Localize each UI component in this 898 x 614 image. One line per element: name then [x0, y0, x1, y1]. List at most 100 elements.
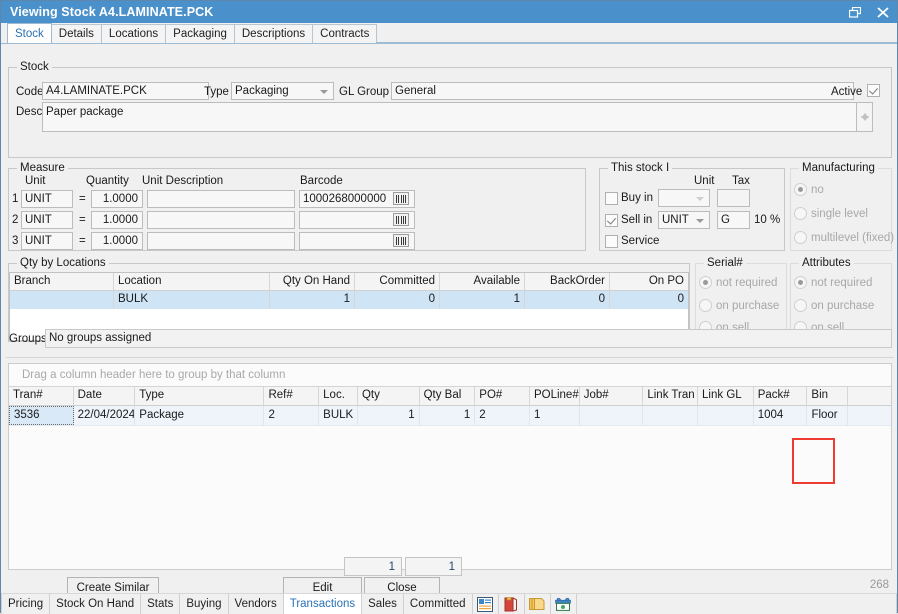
measure-quantity-field[interactable]: 1.0000 — [91, 232, 143, 250]
bottom-tab-transactions[interactable]: Transactions — [284, 594, 362, 614]
measure-unit-description-field[interactable] — [147, 190, 295, 208]
measure-unit-field[interactable]: UNIT — [21, 211, 73, 229]
bottom-tab-sales[interactable]: Sales — [362, 594, 404, 614]
col-branch[interactable]: Branch — [10, 273, 114, 290]
footer-total-qty-bal: 1 — [405, 557, 462, 576]
col-qty-on-hand[interactable]: Qty On Hand — [270, 273, 355, 290]
serial-radio-on-purchase[interactable] — [699, 299, 712, 312]
table-row[interactable]: BULK 1 0 1 0 0 — [10, 291, 688, 309]
col-bin[interactable]: Bin — [807, 387, 848, 405]
buy-in-tax-field[interactable] — [717, 189, 750, 207]
tab-details[interactable]: Details — [51, 24, 102, 43]
col-ref[interactable]: Ref# — [264, 387, 319, 405]
col-loc[interactable]: Loc. — [319, 387, 358, 405]
tab-contracts[interactable]: Contracts — [312, 24, 377, 43]
cell-backorder: 0 — [525, 291, 610, 309]
measure-unit-field[interactable]: UNIT — [21, 232, 73, 250]
cell-qty-bal: 1 — [420, 406, 476, 425]
record-count: 268 — [870, 579, 889, 591]
cell-branch — [10, 291, 114, 309]
col-tran[interactable]: Tran# — [9, 387, 74, 405]
bottom-tab-vendors[interactable]: Vendors — [229, 594, 284, 614]
attributes-radio-on-purchase[interactable] — [794, 299, 807, 312]
groups-field[interactable]: No groups assigned — [45, 329, 892, 348]
money-gift-icon[interactable] — [551, 594, 577, 614]
main-tabstrip: Stock Details Locations Packaging Descri… — [1, 23, 897, 44]
bottom-tab-stock-on-hand[interactable]: Stock On Hand — [50, 594, 141, 614]
col-qty[interactable]: Qty — [358, 387, 420, 405]
cell-link-tran — [643, 406, 698, 425]
tab-stock[interactable]: Stock — [7, 23, 52, 43]
col-link-tran[interactable]: Link Tran — [643, 387, 698, 405]
active-checkbox[interactable] — [867, 84, 880, 97]
cell-date: 22/04/2024 — [74, 406, 136, 425]
report-document-icon[interactable] — [473, 594, 499, 614]
measure-quantity-field[interactable]: 1.0000 — [91, 211, 143, 229]
cell-bin: Floor — [807, 406, 848, 425]
col-poline[interactable]: POLine# — [530, 387, 580, 405]
tab-locations[interactable]: Locations — [101, 24, 166, 43]
measure-unit-description-field[interactable] — [147, 211, 295, 229]
col-backorder[interactable]: BackOrder — [525, 273, 610, 290]
bottom-tabbar-filler — [577, 594, 897, 614]
measure-unit-header: Unit — [25, 175, 45, 187]
attributes-radio-not-required[interactable] — [794, 276, 807, 289]
col-link-gl[interactable]: Link GL — [698, 387, 754, 405]
type-label: Type — [204, 86, 229, 98]
col-pack[interactable]: Pack# — [754, 387, 808, 405]
desc-spinner[interactable] — [856, 102, 873, 132]
tab-packaging[interactable]: Packaging — [165, 24, 235, 43]
code-field[interactable]: A4.LAMINATE.PCK — [42, 82, 209, 100]
qty-grid-header: Branch Location Qty On Hand Committed Av… — [10, 273, 688, 291]
manufacturing-radio-single-level[interactable] — [794, 207, 807, 220]
footer-total-qty: 1 — [344, 557, 402, 576]
col-extra[interactable] — [848, 387, 891, 405]
close-icon[interactable] — [869, 1, 897, 23]
barcode-icon[interactable] — [393, 213, 409, 226]
col-date[interactable]: Date — [74, 387, 136, 405]
measure-unit-description-field[interactable] — [147, 232, 295, 250]
col-committed[interactable]: Committed — [355, 273, 440, 290]
buy-in-unit-select[interactable] — [658, 189, 710, 207]
stock-group-legend: Stock — [17, 61, 52, 73]
code-label: Code — [16, 86, 44, 98]
service-checkbox[interactable] — [605, 235, 618, 248]
tab-descriptions[interactable]: Descriptions — [234, 24, 313, 43]
col-available[interactable]: Available — [440, 273, 525, 290]
attributes-option-label: not required — [811, 277, 872, 289]
measure-unit-field[interactable]: UNIT — [21, 190, 73, 208]
col-location[interactable]: Location — [114, 273, 270, 290]
sell-in-label: Sell in — [621, 214, 652, 226]
table-row[interactable]: 3536 22/04/2024 Package 2 BULK 1 1 2 1 1… — [9, 406, 891, 426]
restore-window-icon[interactable] — [841, 1, 869, 23]
sell-in-checkbox[interactable] — [605, 214, 618, 227]
type-select[interactable]: Packaging — [231, 82, 334, 100]
barcode-icon[interactable] — [393, 192, 409, 205]
manufacturing-radio-no[interactable] — [794, 183, 807, 196]
cell-po: 2 — [475, 406, 530, 425]
bottom-tab-committed[interactable]: Committed — [404, 594, 473, 614]
bottom-tab-stats[interactable]: Stats — [141, 594, 180, 614]
buy-in-checkbox[interactable] — [605, 192, 618, 205]
sell-in-tax-field[interactable]: G — [717, 211, 750, 229]
sell-in-unit-select[interactable]: UNIT — [658, 211, 710, 229]
gl-group-field[interactable]: General — [391, 82, 854, 100]
red-clipboard-icon[interactable] — [499, 594, 525, 614]
bottom-tab-pricing[interactable]: Pricing — [1, 594, 50, 614]
col-job[interactable]: Job# — [580, 387, 644, 405]
col-on-po[interactable]: On PO — [610, 273, 688, 290]
manufacturing-option-label: multilevel (fixed) — [811, 232, 894, 244]
serial-radio-not-required[interactable] — [699, 276, 712, 289]
bottom-tab-buying[interactable]: Buying — [180, 594, 228, 614]
col-qty-bal[interactable]: Qty Bal — [420, 387, 476, 405]
transactions-header: Tran# Date Type Ref# Loc. Qty Qty Bal PO… — [9, 386, 891, 406]
barcode-icon[interactable] — [393, 234, 409, 247]
desc-field[interactable]: Paper package — [42, 102, 872, 132]
group-by-dropzone[interactable]: Drag a column header here to group by th… — [9, 364, 891, 386]
col-type[interactable]: Type — [135, 387, 264, 405]
manufacturing-radio-multilevel[interactable] — [794, 231, 807, 244]
col-po[interactable]: PO# — [475, 387, 530, 405]
copy-documents-icon[interactable] — [525, 594, 551, 614]
manufacturing-option-label: no — [811, 184, 824, 196]
measure-quantity-field[interactable]: 1.0000 — [91, 190, 143, 208]
